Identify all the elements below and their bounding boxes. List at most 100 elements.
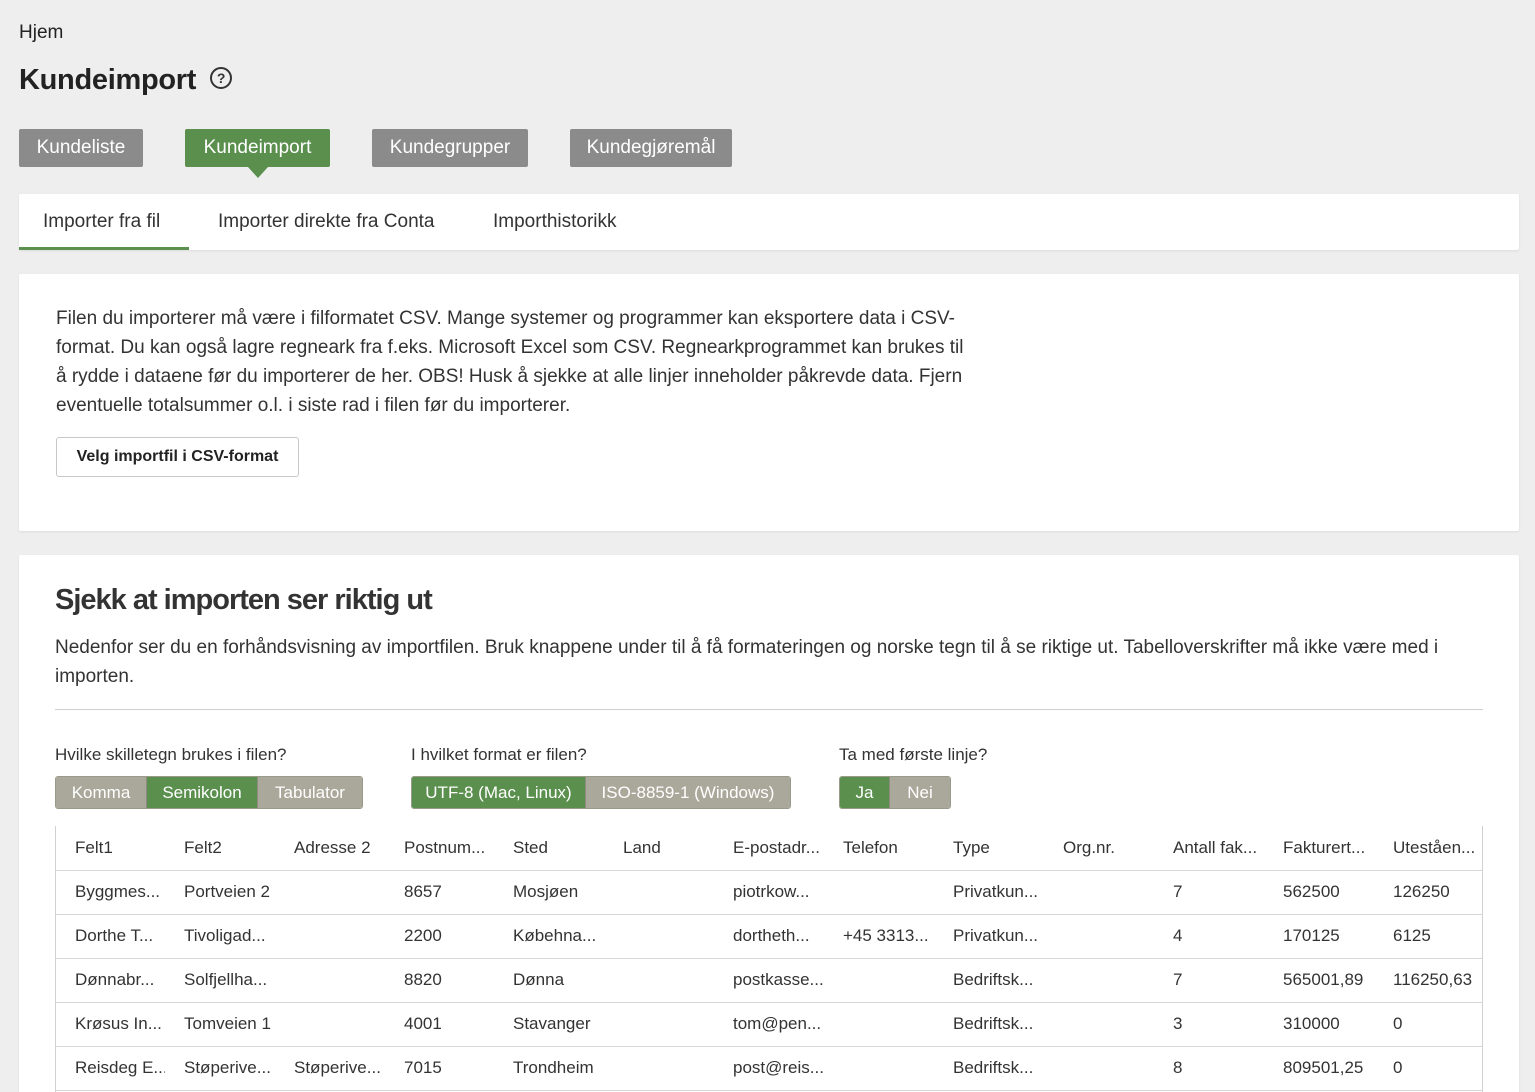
divider [55,709,1483,710]
table-cell: Solfjellha... [165,958,275,1003]
table-cell: Portveien 2 [165,870,275,915]
table-cell: 8657 [385,870,494,915]
column-header: Org.nr. [1044,826,1154,871]
table-row: Byggmes... Portveien 2 8657 Mosjøen piotrkow… [56,870,1482,915]
nav-kundegjoremal-button[interactable]: Kundegjøremål [570,129,732,167]
table-cell: Dønnabr... [56,958,165,1003]
column-header: Sted [494,826,604,871]
table-cell: Tomveien 1 [165,1002,275,1047]
file-upload-card: Filen du importerer må være i filformate… [19,274,1519,531]
table-cell [824,1002,934,1047]
table-header-row: Felt1 Felt2 Adresse 2 Postnum... Sted Land E-p… [56,826,1482,871]
table-cell: Tivoligad... [165,914,275,959]
breadcrumb[interactable]: Hjem [19,22,63,44]
column-header: Adresse 2 [275,826,385,871]
table-cell [824,1046,934,1091]
table-cell: +45 3313... [824,914,934,959]
table-cell: Privatkun... [934,870,1044,915]
table-cell: Dønna [494,958,604,1003]
separator-label: Hvilke skilletegn brukes i filen? [55,745,287,764]
column-header: Felt2 [165,826,275,871]
separator-semikolon-button[interactable]: Semikolon [147,777,258,808]
first-line-ja-button[interactable]: Ja [840,777,890,808]
table-cell [275,870,385,915]
table-cell [275,914,385,959]
table-cell: piotrkow... [714,870,824,915]
first-line-nei-button[interactable]: Nei [890,777,950,808]
preview-table: Felt1 Felt2 Adresse 2 Postnum... Sted Land E-p… [56,826,1482,1091]
separator-komma-button[interactable]: Komma [56,777,147,808]
table-cell: 0 [1374,1002,1482,1047]
column-header: Telefon [824,826,934,871]
column-header: Uteståen... [1374,826,1482,871]
column-header: Postnum... [385,826,494,871]
table-cell: 7 [1154,958,1264,1003]
table-cell: 0 [1374,1046,1482,1091]
column-header: Type [934,826,1044,871]
table-cell: Støperive... [275,1046,385,1091]
column-header: Felt1 [56,826,165,871]
preview-table-container: Felt1 Felt2 Adresse 2 Postnum... Sted Land E-p… [55,826,1483,1092]
table-cell: 8 [1154,1046,1264,1091]
table-cell: 7 [1154,870,1264,915]
table-cell: Krøsus In... [56,1002,165,1047]
table-cell: 170125 [1264,914,1374,959]
intro-text: Filen du importerer må være i filformate… [56,308,964,416]
format-toggle: UTF-8 (Mac, Linux) ISO-8859-1 (Windows) [411,776,791,809]
table-cell: 2200 [385,914,494,959]
table-cell [604,870,714,915]
table-cell: Bedriftsk... [934,958,1044,1003]
tab-importer-fra-fil[interactable]: Importer fra fil [19,194,189,250]
table-cell: 562500 [1264,870,1374,915]
table-cell: tom@pen... [714,1002,824,1047]
preview-title: Sjekk at importen ser riktig ut [55,584,433,616]
nav-kundeliste-button[interactable]: Kundeliste [19,129,143,167]
format-label: I hvilket format er filen? [411,745,587,764]
table-cell [1044,958,1154,1003]
table-cell: Mosjøen [494,870,604,915]
table-cell [604,1002,714,1047]
choose-file-button[interactable]: Velg importfil i CSV-format [56,437,299,477]
table-cell: Bedriftsk... [934,1046,1044,1091]
table-cell: post@reis... [714,1046,824,1091]
table-cell: 116250,63 [1374,958,1482,1003]
first-line-toggle: Ja Nei [839,776,951,809]
table-cell: Stavanger [494,1002,604,1047]
help-icon[interactable]: ? [210,66,233,89]
table-cell: 809501,25 [1264,1046,1374,1091]
table-cell [275,958,385,1003]
table-cell: Reisdeg E... [56,1046,165,1091]
table-cell: 7015 [385,1046,494,1091]
column-header: Antall fak... [1154,826,1264,871]
tab-importhistorikk[interactable]: Importhistorikk [493,194,617,250]
separator-tabulator-button[interactable]: Tabulator [258,777,362,808]
table-cell: 8820 [385,958,494,1003]
table-row: Reisdeg E... Støperive... Støperive... 7015… [56,1046,1482,1091]
table-cell [1044,870,1154,915]
table-cell: Privatkun... [934,914,1044,959]
table-cell: Dorthe T... [56,914,165,959]
table-row: Krøsus In... Tomveien 1 4001 Stavanger tom@p… [56,1002,1482,1047]
table-cell [604,958,714,1003]
format-iso-button[interactable]: ISO-8859-1 (Windows) [586,777,790,808]
table-cell: Trondheim [494,1046,604,1091]
nav-kundegrupper-button[interactable]: Kundegrupper [372,129,528,167]
table-cell: Byggmes... [56,870,165,915]
table-cell [824,870,934,915]
table-cell: Købehna... [494,914,604,959]
table-row: Dønnabr... Solfjellha... 8820 Dønna postkass… [56,958,1482,1003]
format-utf8-button[interactable]: UTF-8 (Mac, Linux) [412,777,586,808]
first-line-label: Ta med første linje? [839,745,988,764]
tab-importer-fra-conta[interactable]: Importer direkte fra Conta [218,194,434,250]
column-header: Fakturert... [1264,826,1374,871]
table-cell [1044,1046,1154,1091]
nav-kundeimport-button[interactable]: Kundeimport [185,129,330,178]
table-cell [604,914,714,959]
separator-toggle: Komma Semikolon Tabulator [55,776,363,809]
table-cell [824,958,934,1003]
sub-tabs: Importer fra fil Importer direkte fra Co… [19,194,1519,250]
table-cell: 310000 [1264,1002,1374,1047]
column-header: E-postadr... [714,826,824,871]
table-cell [1044,1002,1154,1047]
page-title: Kundeimport [19,64,197,96]
